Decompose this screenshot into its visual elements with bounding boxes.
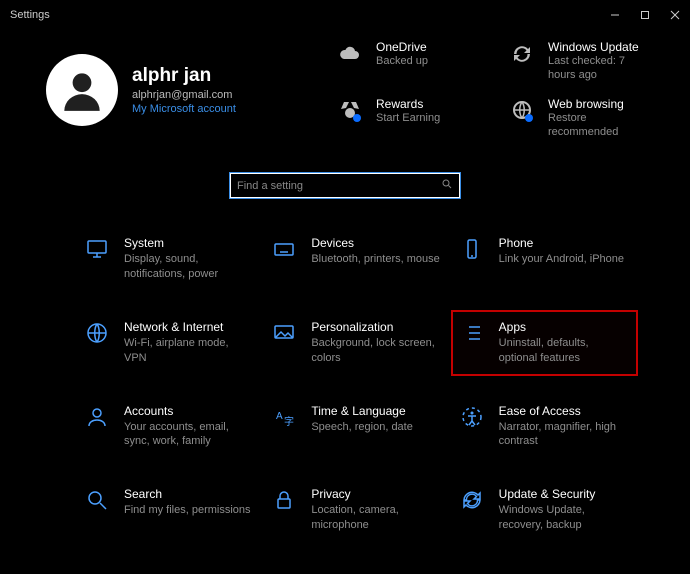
category-sub: Link your Android, iPhone	[499, 252, 624, 267]
search-input[interactable]	[237, 180, 441, 192]
display-icon	[84, 236, 110, 262]
search-icon	[441, 178, 453, 193]
cloud-icon	[336, 40, 364, 68]
titlebar: Settings	[0, 0, 690, 30]
status-grid: OneDrive Backed up Windows Update Last c…	[336, 40, 650, 139]
category-title: Accounts	[124, 404, 254, 418]
search-row	[0, 173, 690, 198]
category-title: Devices	[311, 236, 439, 250]
category-personalization[interactable]: Personalization Background, lock screen,…	[263, 310, 450, 376]
status-title: Rewards	[376, 97, 440, 111]
maximize-icon	[640, 10, 650, 20]
profile-account-link[interactable]: My Microsoft account	[132, 103, 236, 115]
minimize-button[interactable]	[600, 0, 630, 30]
category-title: System	[124, 236, 254, 250]
person-icon	[57, 65, 107, 115]
category-devices[interactable]: Devices Bluetooth, printers, mouse	[263, 226, 450, 292]
close-button[interactable]	[660, 0, 690, 30]
category-sub: Find my files, permissions	[124, 503, 251, 518]
category-title: Personalization	[311, 320, 441, 334]
close-icon	[670, 10, 680, 20]
status-onedrive[interactable]: OneDrive Backed up	[336, 40, 478, 83]
category-title: Network & Internet	[124, 320, 254, 334]
category-title: Update & Security	[499, 487, 629, 501]
status-web-browsing[interactable]: Web browsing Restore recommended	[508, 97, 650, 140]
window-title: Settings	[10, 9, 50, 21]
minimize-icon	[610, 10, 620, 20]
category-ease-of-access[interactable]: Ease of Access Narrator, magnifier, high…	[451, 394, 638, 460]
status-title: Web browsing	[548, 97, 650, 111]
category-sub: Narrator, magnifier, high contrast	[499, 420, 629, 450]
profile: alphr jan alphrjan@gmail.com My Microsof…	[46, 40, 336, 139]
status-rewards[interactable]: Rewards Start Earning	[336, 97, 478, 140]
category-sub: Location, camera, microphone	[311, 503, 441, 533]
status-sub: Start Earning	[376, 111, 440, 125]
medal-icon	[336, 97, 364, 125]
category-sub: Bluetooth, printers, mouse	[311, 252, 439, 267]
category-sub: Your accounts, email, sync, work, family	[124, 420, 254, 450]
maximize-button[interactable]	[630, 0, 660, 30]
sync-icon	[508, 40, 536, 68]
status-sub: Last checked: 7 hours ago	[548, 54, 650, 83]
status-title: Windows Update	[548, 40, 650, 54]
category-title: Search	[124, 487, 251, 501]
category-network[interactable]: Network & Internet Wi-Fi, airplane mode,…	[76, 310, 263, 376]
category-title: Phone	[499, 236, 624, 250]
category-title: Apps	[499, 320, 629, 334]
keyboard-icon	[271, 236, 297, 262]
category-sub: Wi-Fi, airplane mode, VPN	[124, 336, 254, 366]
lock-icon	[271, 487, 297, 513]
category-time-language[interactable]: A字 Time & Language Speech, region, date	[263, 394, 450, 460]
svg-text:A: A	[276, 411, 283, 422]
category-system[interactable]: System Display, sound, notifications, po…	[76, 226, 263, 292]
category-phone[interactable]: Phone Link your Android, iPhone	[451, 226, 638, 292]
category-apps[interactable]: Apps Uninstall, defaults, optional featu…	[451, 310, 638, 376]
category-accounts[interactable]: Accounts Your accounts, email, sync, wor…	[76, 394, 263, 460]
phone-icon	[459, 236, 485, 262]
category-privacy[interactable]: Privacy Location, camera, microphone	[263, 477, 450, 543]
category-title: Ease of Access	[499, 404, 629, 418]
status-windows-update[interactable]: Windows Update Last checked: 7 hours ago	[508, 40, 650, 83]
status-title: OneDrive	[376, 40, 428, 54]
globe-icon	[84, 320, 110, 346]
category-search[interactable]: Search Find my files, permissions	[76, 477, 263, 543]
language-icon: A字	[271, 404, 297, 430]
status-sub: Backed up	[376, 54, 428, 68]
update-icon	[459, 487, 485, 513]
profile-name: alphr jan	[132, 65, 236, 87]
categories: System Display, sound, notifications, po…	[0, 226, 690, 543]
status-sub: Restore recommended	[548, 111, 650, 140]
category-update-security[interactable]: Update & Security Windows Update, recove…	[451, 477, 638, 543]
header: alphr jan alphrjan@gmail.com My Microsof…	[0, 30, 690, 159]
apps-icon	[459, 320, 485, 346]
avatar[interactable]	[46, 54, 118, 126]
category-sub: Windows Update, recovery, backup	[499, 503, 629, 533]
category-sub: Display, sound, notifications, power	[124, 252, 254, 282]
accessibility-icon	[459, 404, 485, 430]
category-sub: Uninstall, defaults, optional features	[499, 336, 629, 366]
profile-email: alphrjan@gmail.com	[132, 89, 236, 101]
category-title: Time & Language	[311, 404, 413, 418]
svg-text:字: 字	[284, 415, 294, 428]
category-sub: Speech, region, date	[311, 420, 413, 435]
globe-icon	[508, 97, 536, 125]
category-sub: Background, lock screen, colors	[311, 336, 441, 366]
user-icon	[84, 404, 110, 430]
category-title: Privacy	[311, 487, 441, 501]
search-box[interactable]	[230, 173, 460, 198]
paint-icon	[271, 320, 297, 346]
search-icon	[84, 487, 110, 513]
